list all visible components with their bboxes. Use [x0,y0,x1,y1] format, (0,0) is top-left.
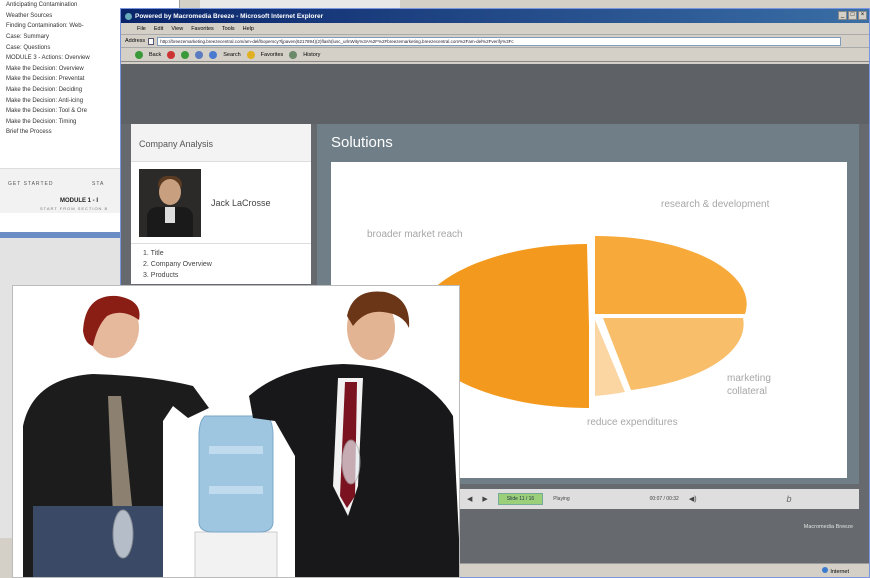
breeze-logo-icon: b [786,494,792,504]
menu-help[interactable]: Help [243,26,254,32]
stop-icon[interactable] [167,50,176,59]
refresh-icon[interactable] [181,50,190,59]
minimize-button[interactable]: _ [838,11,847,20]
globe-icon [822,567,829,573]
window-buttons: _ □ × [838,11,867,20]
security-zone: Internet [822,567,849,575]
presenter-sidebar: Company Analysis Jack LaCrosse 1. Title … [131,124,311,284]
presenter-photo [139,168,201,237]
address-input[interactable]: http://breezemarketing.breezecentral.com… [157,36,841,46]
address-bar: Address http://breezemarketing.breezecen… [121,35,869,48]
pie-label-marketing: marketing collateral [727,373,771,397]
search-button-label[interactable]: Search [223,52,240,58]
favorites-icon[interactable] [246,50,255,59]
maximize-button[interactable]: □ [848,11,857,20]
toc-item[interactable]: 3. Products [143,270,299,281]
start-button[interactable]: STA [92,181,104,187]
module-sublabel: START FROM SECTION B [40,206,109,211]
sidebar-title: Company Analysis [131,124,311,162]
breeze-brand: Macromedia Breeze [803,524,853,530]
office-photo-illustration [13,286,459,577]
menu-view[interactable]: View [171,26,183,32]
browser-toolbar: Back Search Favorites History [121,48,869,62]
toc-item[interactable]: 1. Title [143,248,299,259]
table-of-contents: 1. Title 2. Company Overview 3. Products [131,244,311,285]
menu-tools[interactable]: Tools [222,26,235,32]
back-button-label[interactable]: Back [149,52,161,58]
page-icon [148,37,155,45]
search-icon[interactable] [209,50,218,59]
playback-time: 00:07 / 00:32 [649,496,679,502]
back-icon[interactable] [135,50,143,59]
ie-logo-icon [125,12,132,20]
home-icon[interactable] [195,50,204,59]
slide-indicator: Slide 11 / 16 [497,493,544,505]
menu-edit[interactable]: Edit [154,26,163,32]
office-photo [12,285,460,578]
presenter-panel: Jack LaCrosse [131,162,311,244]
history-icon[interactable] [289,50,298,59]
address-label: Address [125,38,146,44]
pie-label-reduce: reduce expenditures [587,417,678,428]
get-started-button[interactable]: GET STARTED [8,181,53,187]
toc-item[interactable]: 2. Company Overview [143,259,299,270]
player-header-band [121,64,869,124]
pie-label-research: research & development [661,199,770,210]
browser-title: Powered by Macromedia Breeze - Microsoft… [135,12,324,20]
favorites-button-label[interactable]: Favorites [261,52,284,58]
playback-state: Playing [553,496,570,502]
slide-title: Solutions [331,134,393,151]
pie-slice-research [595,235,747,314]
pie-slice-marketing [603,318,744,390]
volume-icon[interactable]: ◀) [689,495,697,503]
security-zone-label: Internet [830,569,849,575]
browser-titlebar[interactable]: Powered by Macromedia Breeze - Microsoft… [121,9,869,23]
close-button[interactable]: × [858,11,867,20]
prev-slide-icon[interactable]: ◀ [467,495,472,503]
module-label: MODULE 1 - I [60,198,99,204]
presenter-name: Jack LaCrosse [211,197,271,208]
next-slide-icon[interactable]: ▶ [482,495,487,503]
menu-favorites[interactable]: Favorites [191,26,214,32]
menu-file[interactable]: File [137,26,146,32]
history-button-label[interactable]: History [303,52,320,58]
pie-label-broader-market: broader market reach [367,229,463,240]
menu-bar: File Edit View Favorites Tools Help [121,23,869,35]
